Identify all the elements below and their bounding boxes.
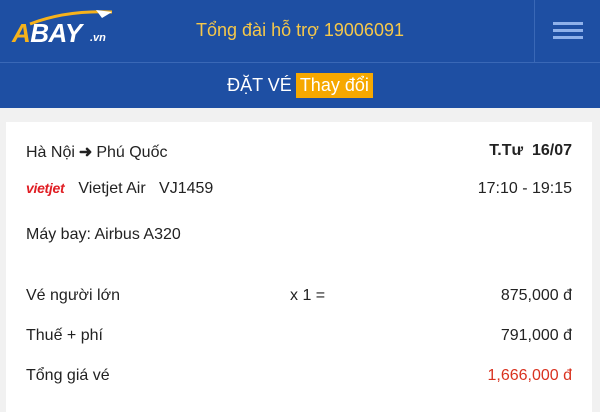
airline-name: Vietjet Air xyxy=(78,180,146,197)
vietjet-logo-icon: vietjet xyxy=(26,180,65,196)
change-button[interactable]: Thay đổi xyxy=(295,73,373,98)
logo-text: ABAY xyxy=(12,18,82,48)
abay-logo[interactable]: ABAY .vn xyxy=(12,8,122,52)
aircraft-row: Máy bay: Airbus A320 xyxy=(26,226,572,244)
flight-date-value: 16/07 xyxy=(531,142,572,159)
hotline-text[interactable]: Tổng đài hỗ trợ 19006091 xyxy=(150,20,450,41)
booking-title: ĐẶT VÉ xyxy=(227,75,292,95)
adult-fare-label: Vé người lớn xyxy=(26,287,120,304)
adult-fare-price: 875,000 đ xyxy=(500,287,572,304)
tax-label: Thuế + phí xyxy=(26,327,103,344)
adult-quantity: x 1 = xyxy=(290,287,326,304)
booking-subheader: ĐẶT VÉ Thay đổi xyxy=(0,62,600,108)
flight-time: 17:10 - 19:15 xyxy=(477,180,572,197)
logo-suffix: .vn xyxy=(90,32,106,44)
destination-city: Phú Quốc xyxy=(96,144,168,161)
total-label: Tổng giá vé xyxy=(26,367,110,384)
route-row: Hà Nội ➜ Phú Quốc T.Tư 16/07 xyxy=(26,142,572,162)
adult-fare-row: Vé người lớn x 1 = 875,000 đ xyxy=(26,287,572,305)
total-row: Tổng giá vé 1,666,000 đ xyxy=(26,367,572,385)
origin-city: Hà Nội xyxy=(26,144,75,161)
hamburger-menu-icon-bar xyxy=(553,29,583,32)
flight-row: vietjet Vietjet Air VJ1459 17:10 - 19:15 xyxy=(26,180,572,198)
total-price: 1,666,000 đ xyxy=(487,367,572,384)
top-header: ABAY .vn Tổng đài hỗ trợ 19006091 xyxy=(0,0,600,62)
hamburger-menu-button[interactable] xyxy=(534,0,600,62)
flight-number: VJ1459 xyxy=(159,180,214,197)
arrow-right-icon: ➜ xyxy=(78,144,93,161)
hamburger-menu-icon-bar xyxy=(553,36,583,39)
booking-summary-card: Hà Nội ➜ Phú Quốc T.Tư 16/07 vietjet Vietje… xyxy=(6,122,592,412)
tax-row: Thuế + phí 791,000 đ xyxy=(26,327,572,345)
hamburger-menu-icon xyxy=(553,22,583,25)
flight-day: T.Tư xyxy=(489,142,524,159)
tax-price: 791,000 đ xyxy=(500,327,572,344)
aircraft-type: Máy bay: Airbus A320 xyxy=(26,226,181,243)
flight-date: T.Tư 16/07 xyxy=(489,142,572,160)
